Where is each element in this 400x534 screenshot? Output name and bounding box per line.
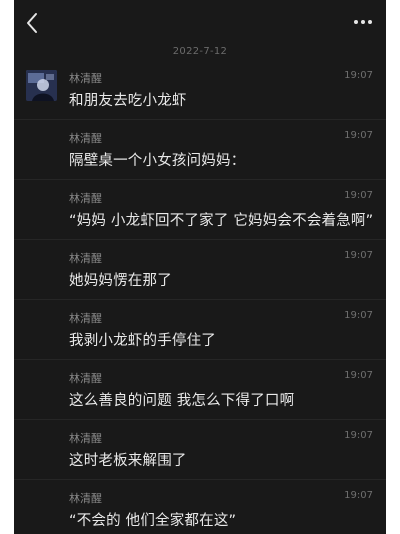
message-time: 19:07 bbox=[344, 310, 373, 321]
message-item[interactable]: 林清醒 19:07 和朋友去吃小龙虾 bbox=[14, 60, 386, 120]
sender-name: 林清醒 bbox=[69, 312, 102, 325]
chat-screen: 2022-7-12 林清醒 19:07 和朋友去吃小龙虾 林清醒 19:07 隔… bbox=[14, 0, 386, 534]
top-bar bbox=[14, 0, 386, 44]
message-item[interactable]: 林清醒 19:07 “妈妈 小龙虾回不了家了 它妈妈会不会着急啊” bbox=[14, 180, 386, 240]
message-time: 19:07 bbox=[344, 190, 373, 201]
more-dots-icon bbox=[354, 20, 372, 24]
message-text: 这么善良的问题 我怎么下得了口啊 bbox=[69, 393, 295, 409]
chevron-left-icon bbox=[27, 13, 37, 33]
message-time: 19:07 bbox=[344, 370, 373, 381]
message-time: 19:07 bbox=[344, 430, 373, 441]
message-time: 19:07 bbox=[344, 130, 373, 141]
date-divider: 2022-7-12 bbox=[172, 46, 228, 57]
message-text: 隔壁桌一个小女孩问妈妈： bbox=[69, 153, 246, 169]
message-item[interactable]: 林清醒 19:07 我剥小龙虾的手停住了 bbox=[14, 300, 386, 360]
sender-name: 林清醒 bbox=[69, 132, 102, 145]
sender-name: 林清醒 bbox=[69, 72, 102, 85]
message-item[interactable]: 林清醒 19:07 她妈妈愣在那了 bbox=[14, 240, 386, 300]
message-text: “妈妈 小龙虾回不了家了 它妈妈会不会着急啊” bbox=[69, 213, 374, 229]
message-text: 我剥小龙虾的手停住了 bbox=[69, 333, 216, 349]
avatar-image bbox=[26, 70, 57, 101]
message-item[interactable]: 林清醒 19:07 隔壁桌一个小女孩问妈妈： bbox=[14, 120, 386, 180]
avatar[interactable] bbox=[26, 70, 57, 101]
message-item[interactable]: 林清醒 19:07 这时老板来解围了 bbox=[14, 420, 386, 480]
sender-name: 林清醒 bbox=[69, 252, 102, 265]
message-text: 她妈妈愣在那了 bbox=[69, 273, 172, 289]
message-list: 林清醒 19:07 和朋友去吃小龙虾 林清醒 19:07 隔壁桌一个小女孩问妈妈… bbox=[14, 60, 386, 534]
message-time: 19:07 bbox=[344, 250, 373, 261]
more-button[interactable] bbox=[352, 12, 374, 32]
message-text: 这时老板来解围了 bbox=[69, 453, 187, 469]
sender-name: 林清醒 bbox=[69, 372, 102, 385]
sender-name: 林清醒 bbox=[69, 492, 102, 505]
message-text: “不会的 他们全家都在这” bbox=[69, 513, 237, 529]
sender-name: 林清醒 bbox=[69, 192, 102, 205]
message-item[interactable]: 林清醒 19:07 这么善良的问题 我怎么下得了口啊 bbox=[14, 360, 386, 420]
message-time: 19:07 bbox=[344, 490, 373, 501]
message-item[interactable]: 林清醒 19:07 “不会的 他们全家都在这” bbox=[14, 480, 386, 534]
back-button[interactable] bbox=[22, 10, 44, 36]
sender-name: 林清醒 bbox=[69, 432, 102, 445]
message-time: 19:07 bbox=[344, 70, 373, 81]
message-text: 和朋友去吃小龙虾 bbox=[69, 93, 187, 109]
